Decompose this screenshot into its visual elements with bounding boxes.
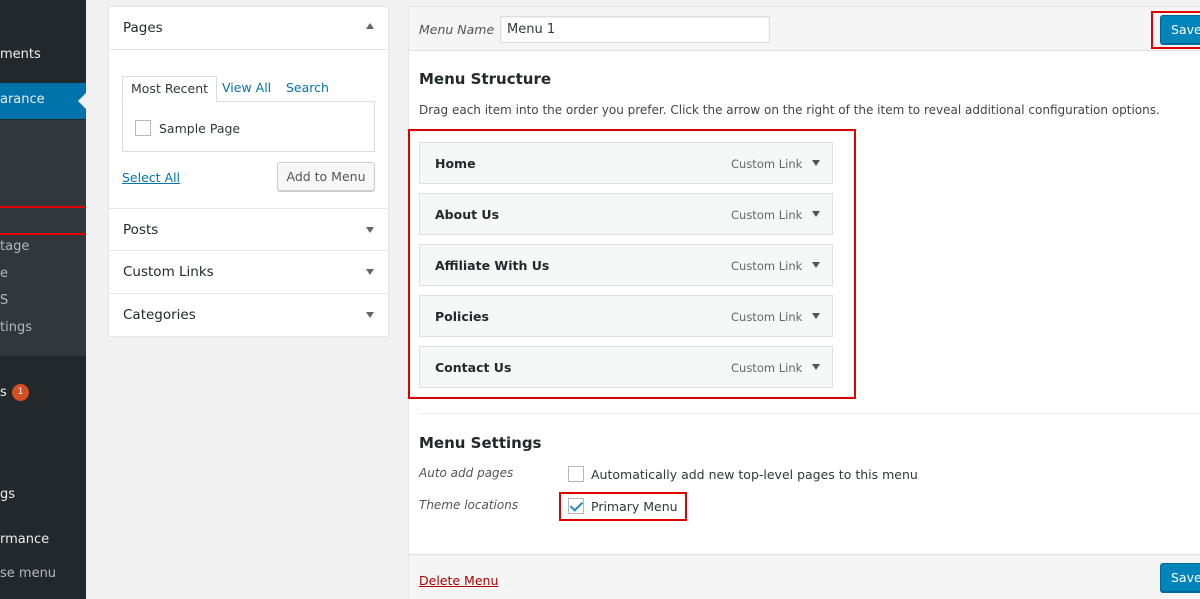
menu-item-title: Affiliate With Us [435, 258, 550, 273]
menu-settings-title: Menu Settings [419, 434, 542, 452]
sample-page-label[interactable]: Sample Page [159, 121, 240, 136]
accordion-section-custom-links[interactable]: Custom Links [109, 251, 388, 294]
admin-sidebar: ments arance tage e S tings s 1 gs rmanc… [0, 0, 86, 599]
menu-item-type: Custom Link [731, 259, 803, 273]
sidebar-item-settings[interactable]: gs [0, 487, 86, 502]
menu-item[interactable]: Contact Us Custom Link [419, 346, 833, 388]
expand-arrow-icon[interactable] [366, 312, 374, 318]
sidebar-item-label: ments [0, 47, 41, 62]
menu-item-title: About Us [435, 207, 500, 222]
highlight-menus-item [0, 206, 86, 235]
sample-page-checkbox[interactable] [135, 120, 151, 136]
menu-item-type: Custom Link [731, 208, 803, 222]
highlight-save-top [1151, 11, 1200, 49]
menu-header: Menu Name Save [409, 7, 1200, 51]
tab-most-recent[interactable]: Most Recent [122, 76, 218, 102]
item-edit-arrow-icon[interactable] [812, 211, 820, 217]
theme-locations-label: Theme locations [419, 498, 519, 512]
pages-tab-panel: Sample Page [122, 101, 375, 152]
accordion-section-posts[interactable]: Posts [109, 208, 388, 251]
tab-view-all[interactable]: View All [222, 76, 271, 102]
sidebar-item-label: gs [0, 487, 16, 502]
submenu-label: S [0, 293, 9, 308]
section-title: Pages [123, 20, 163, 36]
menu-item-type: Custom Link [731, 361, 803, 375]
item-edit-arrow-icon[interactable] [812, 364, 820, 370]
menu-item-title: Contact Us [435, 360, 512, 375]
expand-arrow-icon[interactable] [366, 227, 374, 233]
submenu-label: tage [0, 239, 30, 254]
menu-structure-description: Drag each item into the order you prefer… [419, 103, 1160, 117]
menu-name-input[interactable] [500, 16, 770, 43]
collapse-menu-label: se menu [0, 566, 57, 581]
section-title: Categories [123, 307, 196, 323]
menu-item-type: Custom Link [731, 310, 803, 324]
menu-item-type: Custom Link [731, 157, 803, 171]
primary-menu-checkbox[interactable] [568, 498, 584, 514]
add-menu-items-panel: Pages Most Recent View All Search Sample… [108, 6, 389, 337]
submenu-label: e [0, 266, 8, 281]
menu-item[interactable]: About Us Custom Link [419, 193, 833, 235]
item-edit-arrow-icon[interactable] [812, 313, 820, 319]
save-menu-button-bottom[interactable]: Save [1160, 563, 1200, 592]
section-title: Custom Links [123, 264, 214, 280]
sidebar-item-label: rmance [0, 532, 50, 547]
menu-item-title: Policies [435, 309, 489, 324]
delete-menu-link[interactable]: Delete Menu [419, 573, 498, 588]
menu-item-title: Home [435, 156, 476, 171]
auto-add-pages-checkbox[interactable] [568, 466, 584, 482]
section-title: Posts [123, 222, 159, 238]
auto-add-pages-text[interactable]: Automatically add new top-level pages to… [591, 467, 918, 482]
expand-arrow-icon[interactable] [366, 269, 374, 275]
collapse-menu-button[interactable]: se menu [0, 566, 56, 581]
accordion-section-categories[interactable]: Categories [109, 294, 388, 337]
menu-name-label: Menu Name [419, 22, 495, 37]
submenu-item-settings[interactable]: tings [0, 320, 32, 335]
sidebar-item-label: arance [0, 92, 45, 107]
menu-item[interactable]: Affiliate With Us Custom Link [419, 244, 833, 286]
settings-divider [419, 413, 1200, 414]
sidebar-item-comments[interactable]: ments [0, 47, 86, 62]
submenu-item-theme[interactable]: e [0, 266, 8, 281]
menu-footer: Delete Menu Save [409, 554, 1200, 599]
submenu-item-homepage[interactable]: tage [0, 239, 29, 254]
submenu-item-css[interactable]: S [0, 293, 8, 308]
select-all-link[interactable]: Select All [122, 170, 180, 185]
auto-add-pages-label: Auto add pages [419, 466, 514, 480]
menu-structure-title: Menu Structure [419, 70, 552, 88]
submenu-label: tings [0, 320, 32, 335]
sidebar-item-appearance[interactable]: arance [0, 92, 86, 107]
menu-item[interactable]: Home Custom Link [419, 142, 833, 184]
menu-management-panel: Menu Name Save Menu Structure Drag each … [408, 6, 1200, 599]
sidebar-item-performance[interactable]: rmance [0, 532, 86, 547]
item-edit-arrow-icon[interactable] [812, 262, 820, 268]
tab-search[interactable]: Search [286, 76, 329, 102]
item-edit-arrow-icon[interactable] [812, 160, 820, 166]
collapse-arrow-icon[interactable] [366, 23, 374, 29]
add-to-menu-button[interactable]: Add to Menu [277, 162, 375, 191]
update-count-badge: 1 [12, 384, 29, 401]
primary-menu-text[interactable]: Primary Menu [591, 499, 678, 514]
accordion-section-pages[interactable]: Pages [109, 7, 388, 50]
menu-item[interactable]: Policies Custom Link [419, 295, 833, 337]
sidebar-item-label: s [0, 385, 7, 400]
